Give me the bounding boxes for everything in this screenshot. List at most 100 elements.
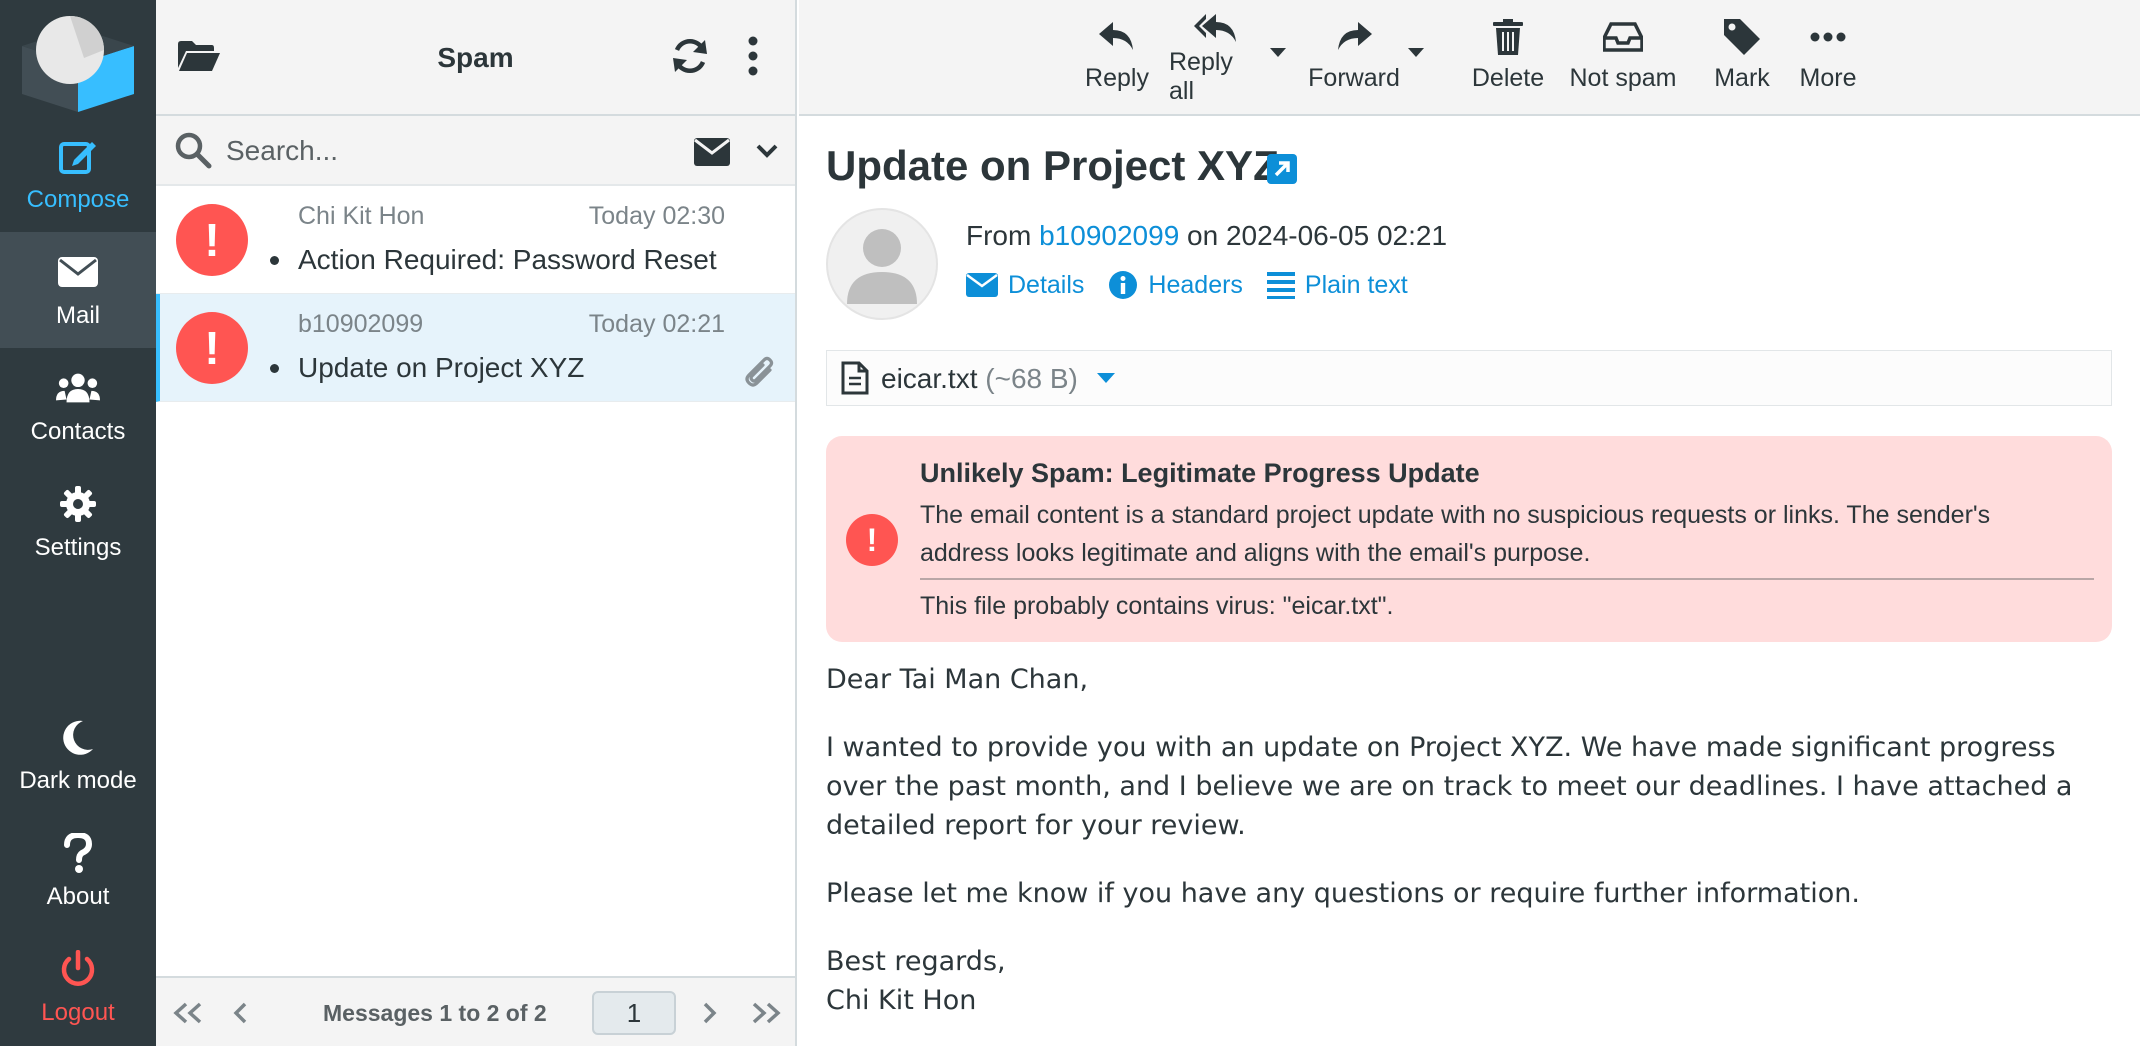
nav-about-label: About (46, 883, 110, 910)
main-navigation: Compose Mail Contacts Settings Dark mode… (0, 0, 156, 1046)
warning-divider (920, 578, 2094, 580)
nav-dark-mode-label: Dark mode (19, 767, 137, 794)
nav-about[interactable]: About (0, 813, 156, 929)
forward-icon (1336, 14, 1372, 60)
prev-page-icon[interactable] (232, 1002, 248, 1029)
nav-logout-label: Logout (41, 999, 115, 1026)
message-view-panel: Reply Reply all Forward Delete Not spam … (799, 0, 2140, 1046)
contacts-icon (56, 366, 100, 410)
nav-contacts-label: Contacts (30, 418, 126, 445)
message-from: b10902099 (298, 310, 424, 338)
body-signature: Chi Kit Hon (826, 985, 977, 1016)
message-row[interactable]: ! Chi Kit Hon Today 02:30 Action Require… (156, 186, 795, 294)
virus-warning: This file probably contains virus: "eica… (920, 592, 1394, 620)
reply-all-dropdown-caret-icon[interactable] (1270, 48, 1286, 57)
forward-button[interactable]: Forward (1307, 14, 1401, 104)
search-input[interactable] (226, 128, 626, 174)
more-label: More (1799, 64, 1857, 92)
envelope-icon (966, 273, 998, 297)
search-bar (156, 116, 795, 186)
unread-dot-icon (270, 364, 279, 373)
kebab-menu-icon[interactable] (747, 36, 759, 81)
nav-dark-mode[interactable]: Dark mode (0, 697, 156, 813)
forward-dropdown-caret-icon[interactable] (1408, 48, 1424, 57)
nav-compose-label: Compose (26, 186, 130, 213)
attachment-bar: eicar.txt (~68 B) (826, 350, 2112, 406)
message-body: Dear Tai Man Chan, I wanted to provide y… (826, 660, 2116, 1020)
unread-dot-icon (270, 256, 279, 265)
inbox-icon (1603, 14, 1643, 60)
message-date: Today 02:21 (588, 310, 725, 338)
sender-avatar (826, 208, 938, 320)
message-subject: Update on Project XYZ (298, 352, 585, 383)
nav-mail[interactable]: Mail (0, 232, 156, 348)
last-page-icon[interactable] (750, 1002, 784, 1029)
message-count: Messages 1 to 2 of 2 (323, 1000, 547, 1026)
flag-icon: ! (176, 204, 248, 276)
nav-compose[interactable]: Compose (0, 116, 156, 232)
attachment-size: (~68 B) (985, 363, 1078, 394)
search-icon[interactable] (174, 131, 212, 174)
next-page-icon[interactable] (702, 1002, 718, 1029)
body-closing: Best regards, (826, 946, 1006, 977)
nav-settings[interactable]: Settings (0, 464, 156, 580)
reply-all-icon (1194, 14, 1238, 44)
headers-label: Headers (1148, 270, 1243, 299)
message-subject: Action Required: Password Reset (298, 244, 717, 275)
list-header: Spam (156, 0, 795, 116)
reply-button[interactable]: Reply (1081, 14, 1153, 104)
delete-button[interactable]: Delete (1471, 14, 1545, 104)
lines-icon (1266, 272, 1295, 299)
mark-button[interactable]: Mark (1705, 14, 1779, 104)
details-label: Details (1008, 270, 1085, 299)
body-paragraph: I wanted to provide you with an update o… (826, 732, 2073, 841)
gear-icon (56, 482, 100, 526)
not-spam-label: Not spam (1569, 64, 1677, 92)
body-greeting: Dear Tai Man Chan, (826, 664, 1089, 695)
from-prefix: From (966, 220, 1032, 251)
warning-icon: ! (846, 514, 898, 566)
warning-title: Unlikely Spam: Legitimate Progress Updat… (920, 458, 1480, 488)
spam-warning-box: ! Unlikely Spam: Legitimate Progress Upd… (826, 436, 2112, 642)
power-icon (56, 947, 100, 991)
plain-text-label: Plain text (1304, 270, 1408, 299)
envelope-filter-icon[interactable] (694, 138, 730, 171)
body-paragraph: Please let me know if you have any quest… (826, 878, 1860, 909)
attachment-filename: eicar.txt (881, 363, 978, 394)
reply-icon (1099, 14, 1135, 60)
first-page-icon[interactable] (170, 1002, 204, 1029)
message-row-selected[interactable]: ! b10902099 Today 02:21 Update on Projec… (156, 294, 795, 402)
file-icon (841, 361, 869, 400)
sender-link[interactable]: b10902099 (1039, 220, 1179, 251)
nav-settings-label: Settings (34, 534, 122, 561)
plain-text-link[interactable]: Plain text (1266, 270, 1408, 300)
flag-icon: ! (176, 312, 248, 384)
details-link[interactable]: Details (966, 270, 1084, 300)
tag-icon (1724, 14, 1760, 60)
nav-contacts[interactable]: Contacts (0, 348, 156, 464)
chevron-down-icon[interactable] (756, 144, 778, 163)
from-line: From b10902099 on 2024-06-05 02:21 (966, 220, 1447, 252)
refresh-icon[interactable] (671, 36, 709, 81)
message-list-panel: Spam ! Chi Kit Hon Today 02:30 Action Re… (156, 0, 797, 1046)
attachment-menu-caret-icon[interactable] (1097, 373, 1115, 383)
reply-all-label: Reply all (1169, 48, 1233, 105)
more-button[interactable]: More (1795, 14, 1861, 104)
reply-all-button[interactable]: Reply all (1169, 14, 1263, 105)
warning-text: The email content is a standard project … (920, 501, 1991, 567)
delete-label: Delete (1471, 64, 1545, 92)
message-date: Today 02:30 (588, 202, 725, 230)
compose-icon (56, 134, 100, 178)
headers-link[interactable]: Headers (1108, 270, 1243, 300)
nav-logout[interactable]: Logout (0, 929, 156, 1045)
message-from: Chi Kit Hon (298, 202, 425, 230)
roundcube-logo (22, 16, 134, 112)
attachment-link[interactable]: eicar.txt (~68 B) (881, 363, 1078, 395)
list-footer: Messages 1 to 2 of 2 (156, 976, 795, 1046)
header-links: Details Headers Plain text (966, 270, 1408, 300)
sent-date: on 2024-06-05 02:21 (1187, 220, 1448, 251)
page-number-input[interactable] (592, 991, 676, 1035)
forward-label: Forward (1308, 64, 1400, 92)
open-in-new-window-icon[interactable] (1267, 154, 1297, 184)
not-spam-button[interactable]: Not spam (1567, 14, 1679, 104)
